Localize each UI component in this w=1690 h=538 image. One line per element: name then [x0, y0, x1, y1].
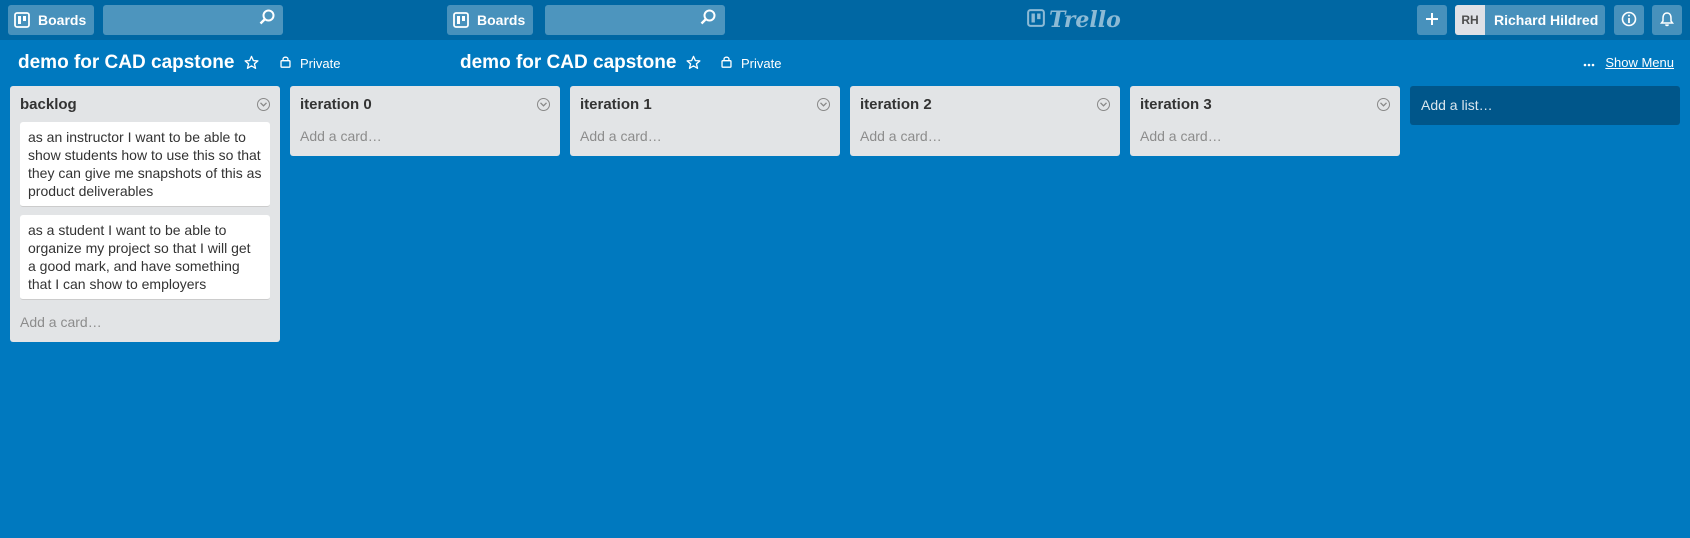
trello-logo-icon	[1027, 7, 1045, 33]
boards-icon	[14, 12, 30, 28]
list-title[interactable]: iteration 2	[860, 96, 932, 113]
bell-icon	[1659, 11, 1675, 30]
info-button[interactable]	[1614, 5, 1644, 35]
board-title[interactable]: demo for CAD capstone	[18, 52, 234, 74]
lock-icon	[720, 55, 733, 71]
chevron-down-icon[interactable]	[257, 97, 270, 111]
search-icon[interactable]	[700, 9, 716, 30]
add-card-button[interactable]: Add a card…	[850, 122, 1120, 156]
show-menu-button[interactable]: Show Menu	[1583, 55, 1674, 70]
add-card-button[interactable]: Add a card…	[10, 308, 280, 342]
visibility-button[interactable]: Private	[279, 55, 340, 71]
search-input-2[interactable]	[545, 5, 725, 35]
visibility-button-2[interactable]: Private	[720, 55, 781, 71]
list-header[interactable]: iteration 1	[570, 86, 840, 122]
list-backlog: backlog as an instructor I want to be ab…	[10, 86, 280, 342]
boards-icon	[453, 12, 469, 28]
header-bar: Boards Boards Trello RH Richard Hildred	[0, 0, 1690, 40]
boards-button-2[interactable]: Boards	[447, 5, 533, 35]
avatar: RH	[1455, 5, 1485, 35]
info-icon	[1621, 11, 1637, 30]
lock-icon	[279, 55, 292, 71]
visibility-label-2: Private	[741, 55, 782, 71]
member-menu-button[interactable]: RH Richard Hildred	[1455, 5, 1605, 35]
trello-logo[interactable]: Trello	[1027, 7, 1121, 33]
list-header[interactable]: iteration 2	[850, 86, 1120, 122]
add-card-button[interactable]: Add a card…	[290, 122, 560, 156]
notifications-button[interactable]	[1652, 5, 1682, 35]
star-icon[interactable]	[244, 55, 259, 75]
card[interactable]: as a student I want to be able to organi…	[20, 215, 270, 300]
chevron-down-icon[interactable]	[1097, 97, 1110, 111]
list-title[interactable]: iteration 0	[300, 96, 372, 113]
user-name: Richard Hildred	[1494, 12, 1599, 28]
show-menu-label: Show Menu	[1605, 55, 1674, 70]
chevron-down-icon[interactable]	[1377, 97, 1390, 111]
add-card-button[interactable]: Add a card…	[1130, 122, 1400, 156]
trello-logo-text: Trello	[1049, 7, 1121, 33]
chevron-down-icon[interactable]	[817, 97, 830, 111]
list-header[interactable]: iteration 0	[290, 86, 560, 122]
star-icon[interactable]	[686, 55, 701, 75]
list-title[interactable]: iteration 3	[1140, 96, 1212, 113]
boards-label-2: Boards	[477, 12, 526, 28]
list-title[interactable]: iteration 1	[580, 96, 652, 113]
list-iteration-0: iteration 0 Add a card…	[290, 86, 560, 156]
list-header[interactable]: backlog	[10, 86, 280, 122]
plus-icon	[1424, 11, 1440, 30]
add-button[interactable]	[1417, 5, 1447, 35]
search-icon[interactable]	[259, 9, 275, 30]
add-card-button[interactable]: Add a card…	[570, 122, 840, 156]
list-header[interactable]: iteration 3	[1130, 86, 1400, 122]
card[interactable]: as an instructor I want to be able to sh…	[20, 122, 270, 207]
boards-label: Boards	[38, 12, 87, 28]
list-title[interactable]: backlog	[20, 96, 77, 113]
list-iteration-3: iteration 3 Add a card…	[1130, 86, 1400, 156]
list-iteration-1: iteration 1 Add a card…	[570, 86, 840, 156]
search-input[interactable]	[103, 5, 283, 35]
board-title-2[interactable]: demo for CAD capstone	[460, 52, 676, 74]
list-iteration-2: iteration 2 Add a card…	[850, 86, 1120, 156]
ellipsis-icon	[1583, 55, 1595, 70]
add-list-button[interactable]: Add a list…	[1410, 86, 1680, 125]
visibility-label: Private	[300, 55, 341, 71]
chevron-down-icon[interactable]	[537, 97, 550, 111]
boards-button[interactable]: Boards	[8, 5, 94, 35]
